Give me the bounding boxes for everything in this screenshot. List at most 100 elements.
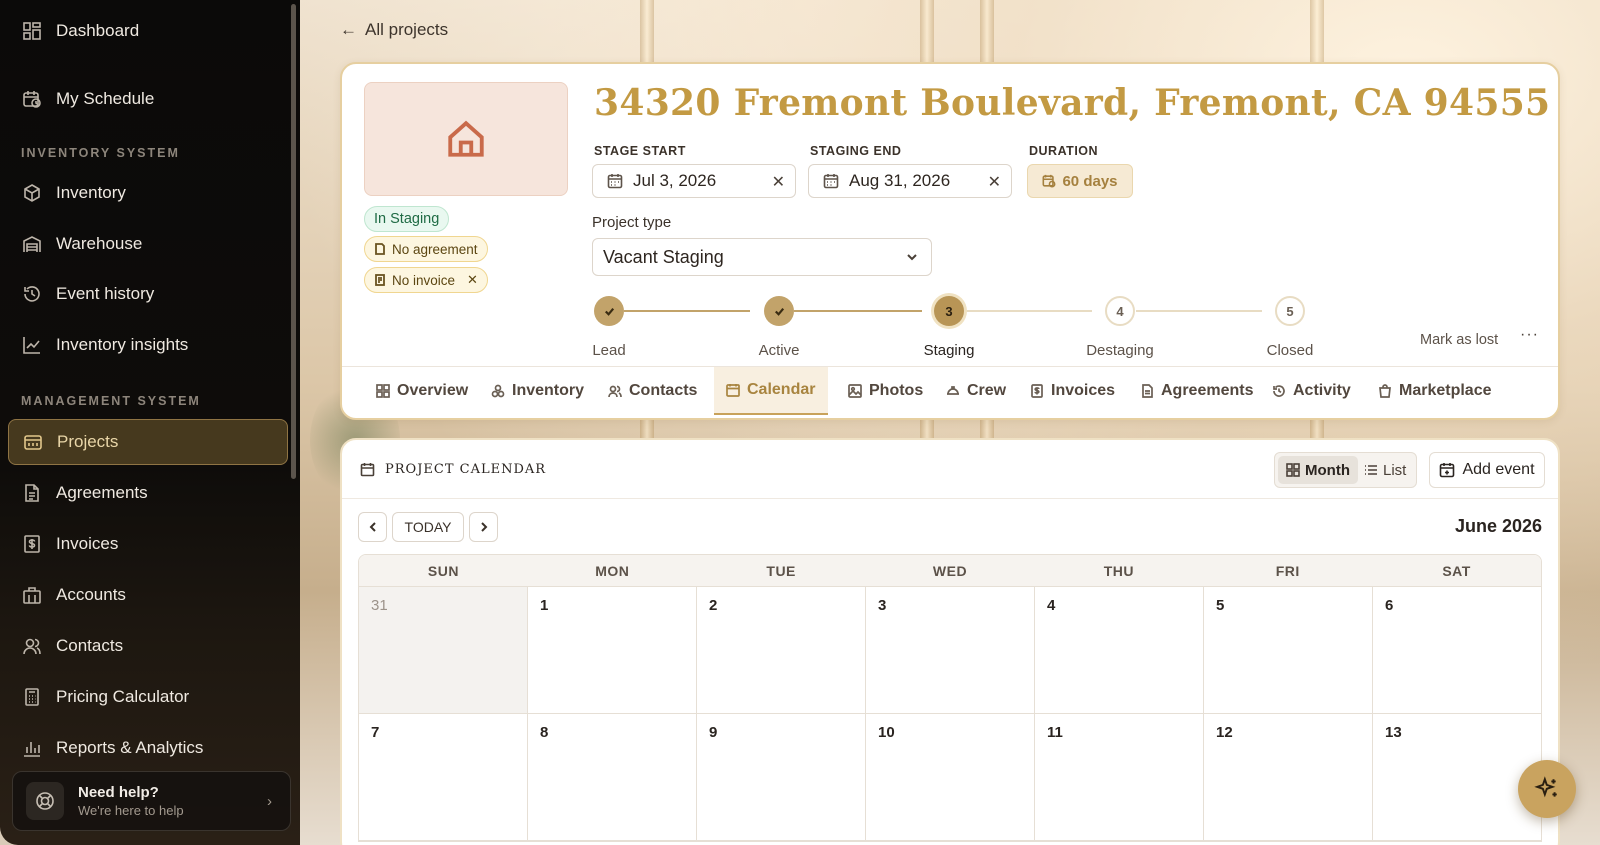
day-cell[interactable]: 13: [1373, 714, 1541, 840]
stage-start-value: Jul 3, 2026: [633, 171, 717, 190]
tab-calendar[interactable]: Calendar: [714, 367, 828, 415]
tab-invoices[interactable]: Invoices: [1018, 367, 1127, 415]
shopping-bag-icon: [1379, 384, 1391, 398]
sidebar-item-label: Agreements: [56, 483, 148, 502]
duration-label: DURATION: [1029, 144, 1099, 158]
back-link[interactable]: ← All projects: [340, 20, 448, 40]
sidebar-item-inventory-insights[interactable]: Inventory insights: [8, 322, 288, 368]
mark-as-lost-button[interactable]: Mark as lost: [1420, 332, 1498, 348]
sidebar-scrollbar[interactable]: [291, 4, 296, 479]
step-staging[interactable]: 3: [934, 296, 964, 326]
step-active[interactable]: [764, 296, 794, 326]
sidebar-item-projects[interactable]: Projects: [8, 419, 288, 465]
clear-icon[interactable]: ✕: [988, 172, 1001, 192]
view-list-button[interactable]: List: [1356, 456, 1414, 484]
day-cell[interactable]: 8: [528, 714, 697, 840]
staging-end-field[interactable]: Aug 31, 2026 ✕: [808, 164, 1012, 198]
view-month-button[interactable]: Month: [1278, 456, 1358, 484]
day-cell[interactable]: 1: [528, 587, 697, 713]
users-icon: [23, 638, 41, 655]
day-cell[interactable]: 7: [359, 714, 528, 840]
day-cell[interactable]: 11: [1035, 714, 1204, 840]
boxes-icon: [491, 384, 505, 398]
step-connector: [624, 310, 750, 312]
day-cell[interactable]: 3: [866, 587, 1035, 713]
tab-crew[interactable]: Crew: [934, 367, 1018, 415]
line-chart-icon: [23, 337, 40, 354]
ai-assistant-button[interactable]: [1518, 760, 1576, 818]
project-type-select[interactable]: Vacant Staging: [592, 238, 932, 276]
step-destaging[interactable]: 4: [1105, 296, 1135, 326]
sidebar-item-agreements[interactable]: Agreements: [8, 470, 288, 516]
document-icon: [1142, 384, 1153, 398]
sidebar-item-accounts[interactable]: Accounts: [8, 572, 288, 618]
calendar-clock-icon: [1042, 174, 1056, 188]
day-cell[interactable]: 10: [866, 714, 1035, 840]
more-options-icon[interactable]: ···: [1520, 326, 1539, 344]
sidebar-item-label: Accounts: [56, 585, 126, 604]
project-tabs: Overview Inventory Contacts Calendar Pho…: [342, 366, 1558, 418]
clear-icon[interactable]: ✕: [772, 172, 785, 192]
day-cell[interactable]: 5: [1204, 587, 1373, 713]
tab-label: Invoices: [1051, 382, 1116, 399]
day-cell[interactable]: 4: [1035, 587, 1204, 713]
staging-end-label: STAGING END: [810, 144, 902, 158]
sidebar-item-pricing-calculator[interactable]: Pricing Calculator: [8, 674, 288, 720]
chevron-right-icon: ›: [267, 793, 272, 810]
current-month: June 2026: [1454, 516, 1542, 536]
sidebar-item-warehouse[interactable]: Warehouse: [8, 221, 288, 267]
tab-agreements[interactable]: Agreements: [1128, 367, 1265, 415]
stage-start-field[interactable]: Jul 3, 2026 ✕: [592, 164, 796, 198]
day-cell[interactable]: 12: [1204, 714, 1373, 840]
back-link-label: All projects: [365, 20, 449, 39]
invoice-badge-label: No invoice: [392, 272, 456, 288]
calendar-title: PROJECT CALENDAR: [360, 462, 546, 477]
sidebar-item-label: Invoices: [56, 534, 119, 553]
prev-month-button[interactable]: [358, 512, 387, 542]
add-event-button[interactable]: Add event: [1429, 452, 1545, 488]
sidebar-item-reports-analytics[interactable]: Reports & Analytics: [8, 725, 288, 771]
sidebar-item-dashboard[interactable]: Dashboard: [8, 8, 288, 54]
calendar-plus-icon: [1440, 463, 1455, 478]
month-grid: SUN MON TUE WED THU FRI SAT 31 1 2 3 4 5…: [358, 554, 1542, 842]
tab-activity[interactable]: Activity: [1260, 367, 1363, 415]
lifebuoy-icon: [26, 782, 64, 820]
help-card[interactable]: Need help? We're here to help ›: [12, 771, 291, 831]
today-button[interactable]: TODAY: [392, 512, 464, 542]
step-closed[interactable]: 5: [1275, 296, 1305, 326]
calendar-clock-icon: [23, 91, 41, 108]
chevron-right-icon: [480, 522, 487, 532]
day-cell[interactable]: 2: [697, 587, 866, 713]
tab-overview[interactable]: Overview: [364, 367, 480, 415]
tab-inventory[interactable]: Inventory: [479, 367, 596, 415]
help-title: Need help?: [78, 784, 159, 801]
weekday-label: SAT: [1442, 563, 1471, 579]
tab-photos[interactable]: Photos: [836, 367, 935, 415]
sidebar-item-contacts[interactable]: Contacts: [8, 623, 288, 669]
step-connector: [1136, 310, 1262, 312]
sidebar-item-event-history[interactable]: Event history: [8, 271, 288, 317]
project-calendar-card: PROJECT CALENDAR Month List Add event TO…: [340, 438, 1560, 845]
step-lead[interactable]: [594, 296, 624, 326]
close-icon[interactable]: ✕: [467, 272, 478, 288]
sidebar-item-my-schedule[interactable]: My Schedule: [8, 76, 288, 122]
staging-end-value: Aug 31, 2026: [849, 171, 951, 190]
agreement-badge: No agreement: [364, 236, 488, 262]
weekday-label: SUN: [427, 563, 459, 579]
day-cell[interactable]: 31: [359, 587, 528, 713]
tab-label: Agreements: [1161, 382, 1254, 399]
sidebar-item-invoices[interactable]: Invoices: [8, 521, 288, 567]
page-title: 34320 Fremont Boulevard, Fremont, CA 945…: [594, 82, 1551, 124]
day-cell[interactable]: 6: [1373, 587, 1541, 713]
sparkles-icon: [1534, 776, 1557, 798]
tab-contacts[interactable]: Contacts: [596, 367, 709, 415]
calendar-icon: [726, 384, 740, 397]
tab-marketplace[interactable]: Marketplace: [1366, 367, 1504, 415]
step-label: Lead: [592, 342, 626, 359]
day-cell[interactable]: 9: [697, 714, 866, 840]
calendar-icon: [823, 174, 839, 189]
next-month-button[interactable]: [469, 512, 498, 542]
sidebar-item-inventory[interactable]: Inventory: [8, 170, 288, 216]
sidebar-item-label: Contacts: [56, 636, 124, 655]
calendar-icon: [607, 174, 623, 189]
